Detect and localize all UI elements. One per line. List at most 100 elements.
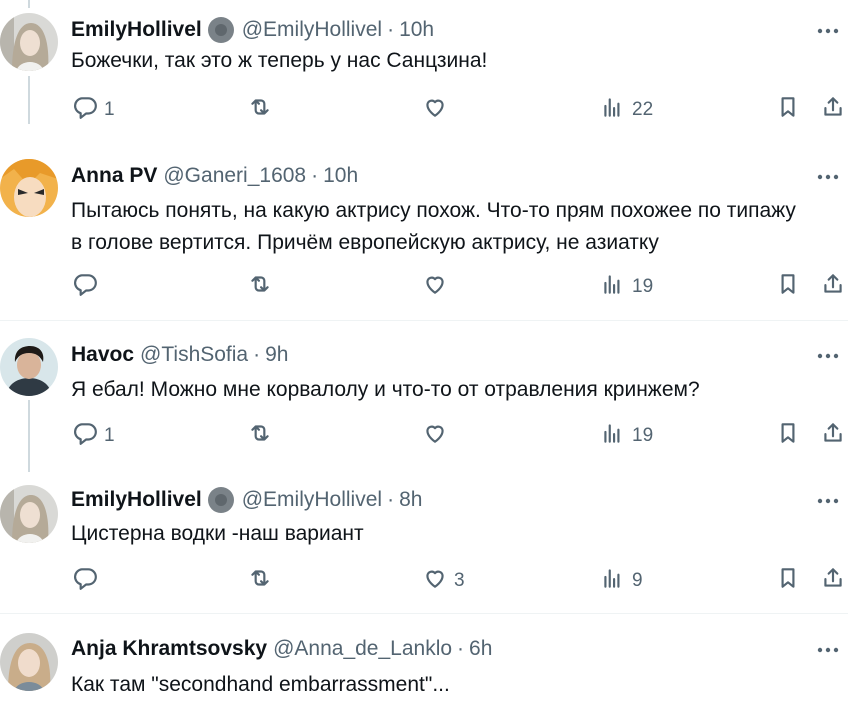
bookmark-icon <box>775 94 801 126</box>
separator-dot: · <box>311 164 319 187</box>
retweet-button[interactable] <box>247 421 273 451</box>
tweet-text-line: Я ебал! Можно мне корвалолу и что-то от … <box>71 378 700 401</box>
bookmark-button[interactable] <box>775 421 801 451</box>
more-options-button[interactable] <box>814 345 842 365</box>
views-button[interactable]: 9 <box>600 566 643 596</box>
divider <box>0 613 848 614</box>
reply-icon <box>72 565 98 597</box>
retweet-button[interactable] <box>247 272 273 302</box>
bookmark-button[interactable] <box>775 566 801 596</box>
views-icon <box>600 420 626 452</box>
reply-icon <box>72 420 98 452</box>
retweet-button[interactable] <box>247 566 273 596</box>
tweet-text-line: Божечки, так это ж теперь у нас Санцзина… <box>71 49 488 72</box>
bookmark-button[interactable] <box>775 95 801 125</box>
retweet-icon <box>247 565 273 597</box>
verified-badge-icon <box>207 487 234 513</box>
reply-count: 1 <box>104 99 115 120</box>
bookmark-button[interactable] <box>775 272 801 302</box>
verified-badge-icon <box>207 17 234 43</box>
share-button[interactable] <box>820 566 846 596</box>
reply-button[interactable]: 1 <box>72 421 115 451</box>
display-name[interactable]: Anna PV <box>71 164 157 188</box>
username[interactable]: @Ganeri_1608 <box>163 164 306 188</box>
like-button[interactable] <box>422 421 448 451</box>
tweet-text: Как там "secondhand embarrassment"... <box>71 669 841 701</box>
like-count: 3 <box>454 570 465 591</box>
tweet-header: EmilyHollivel @EmilyHollivel · 10h <box>71 17 434 43</box>
tweet-header: Havoc @TishSofia · 9h <box>71 342 288 368</box>
more-icon <box>817 167 839 185</box>
more-options-button[interactable] <box>814 20 842 40</box>
more-options-button[interactable] <box>814 639 842 659</box>
tweet-text-line: Пытаюсь понять, на какую актрису похож. … <box>71 199 796 222</box>
reply-count: 1 <box>104 425 115 446</box>
retweet-icon <box>247 94 273 126</box>
avatar[interactable] <box>0 338 58 396</box>
retweet-button[interactable] <box>247 95 273 125</box>
reply-button[interactable] <box>72 566 98 596</box>
more-icon <box>817 491 839 509</box>
avatar[interactable] <box>0 633 58 691</box>
heart-icon <box>422 565 448 597</box>
tweet-text-line: Цистерна водки -наш вариант <box>71 522 364 545</box>
views-button[interactable]: 19 <box>600 421 653 451</box>
timestamp[interactable]: 8h <box>399 488 422 512</box>
like-button[interactable] <box>422 272 448 302</box>
timestamp[interactable]: 9h <box>265 343 288 367</box>
share-icon <box>820 271 846 303</box>
more-options-button[interactable] <box>814 166 842 186</box>
tweet-text: Я ебал! Можно мне корвалолу и что-то от … <box>71 374 841 406</box>
timestamp[interactable]: 10h <box>323 164 358 188</box>
share-button[interactable] <box>820 95 846 125</box>
views-button[interactable]: 19 <box>600 272 653 302</box>
username[interactable]: @EmilyHollivel <box>242 488 382 512</box>
display-name[interactable]: EmilyHollivel <box>71 488 202 512</box>
views-icon <box>600 271 626 303</box>
tweet-text-line: Как там "secondhand embarrassment"... <box>71 673 450 696</box>
reply-icon <box>72 271 98 303</box>
reply-icon <box>72 94 98 126</box>
tweet-actions: 19 <box>0 272 848 302</box>
tweet-text: Цистерна водки -наш вариант <box>71 518 841 550</box>
share-button[interactable] <box>820 421 846 451</box>
views-count: 9 <box>632 570 643 591</box>
avatar[interactable] <box>0 13 58 71</box>
divider <box>0 320 848 321</box>
views-count: 19 <box>632 425 654 446</box>
views-icon <box>600 565 626 597</box>
tweet-header: Anja Khramtsovsky @Anna_de_Lanklo · 6h <box>71 636 492 662</box>
avatar[interactable] <box>0 159 58 217</box>
more-options-button[interactable] <box>814 490 842 510</box>
separator-dot: · <box>253 343 261 366</box>
username[interactable]: @TishSofia <box>140 343 248 367</box>
views-button[interactable]: 22 <box>600 95 653 125</box>
timestamp[interactable]: 6h <box>469 637 492 661</box>
separator-dot: · <box>387 18 395 41</box>
reply-button[interactable]: 1 <box>72 95 115 125</box>
heart-icon <box>422 94 448 126</box>
separator-dot: · <box>387 488 395 511</box>
like-button[interactable]: 3 <box>422 566 465 596</box>
tweet-actions: 1 19 <box>0 421 848 451</box>
avatar[interactable] <box>0 485 58 543</box>
bookmark-icon <box>775 420 801 452</box>
display-name[interactable]: EmilyHollivel <box>71 18 202 42</box>
more-icon <box>817 346 839 364</box>
views-count: 19 <box>632 276 654 297</box>
share-button[interactable] <box>820 272 846 302</box>
tweet-header: EmilyHollivel @EmilyHollivel · 8h <box>71 487 422 513</box>
display-name[interactable]: Anja Khramtsovsky <box>71 637 267 661</box>
username[interactable]: @EmilyHollivel <box>242 18 382 42</box>
tweet-header: Anna PV @Ganeri_1608 · 10h <box>71 163 358 189</box>
thread-line <box>28 0 30 8</box>
reply-button[interactable] <box>72 272 98 302</box>
timestamp[interactable]: 10h <box>399 18 434 42</box>
share-icon <box>820 94 846 126</box>
like-button[interactable] <box>422 95 448 125</box>
share-icon <box>820 565 846 597</box>
retweet-icon <box>247 420 273 452</box>
more-icon <box>817 640 839 658</box>
display-name[interactable]: Havoc <box>71 343 134 367</box>
username[interactable]: @Anna_de_Lanklo <box>273 637 452 661</box>
